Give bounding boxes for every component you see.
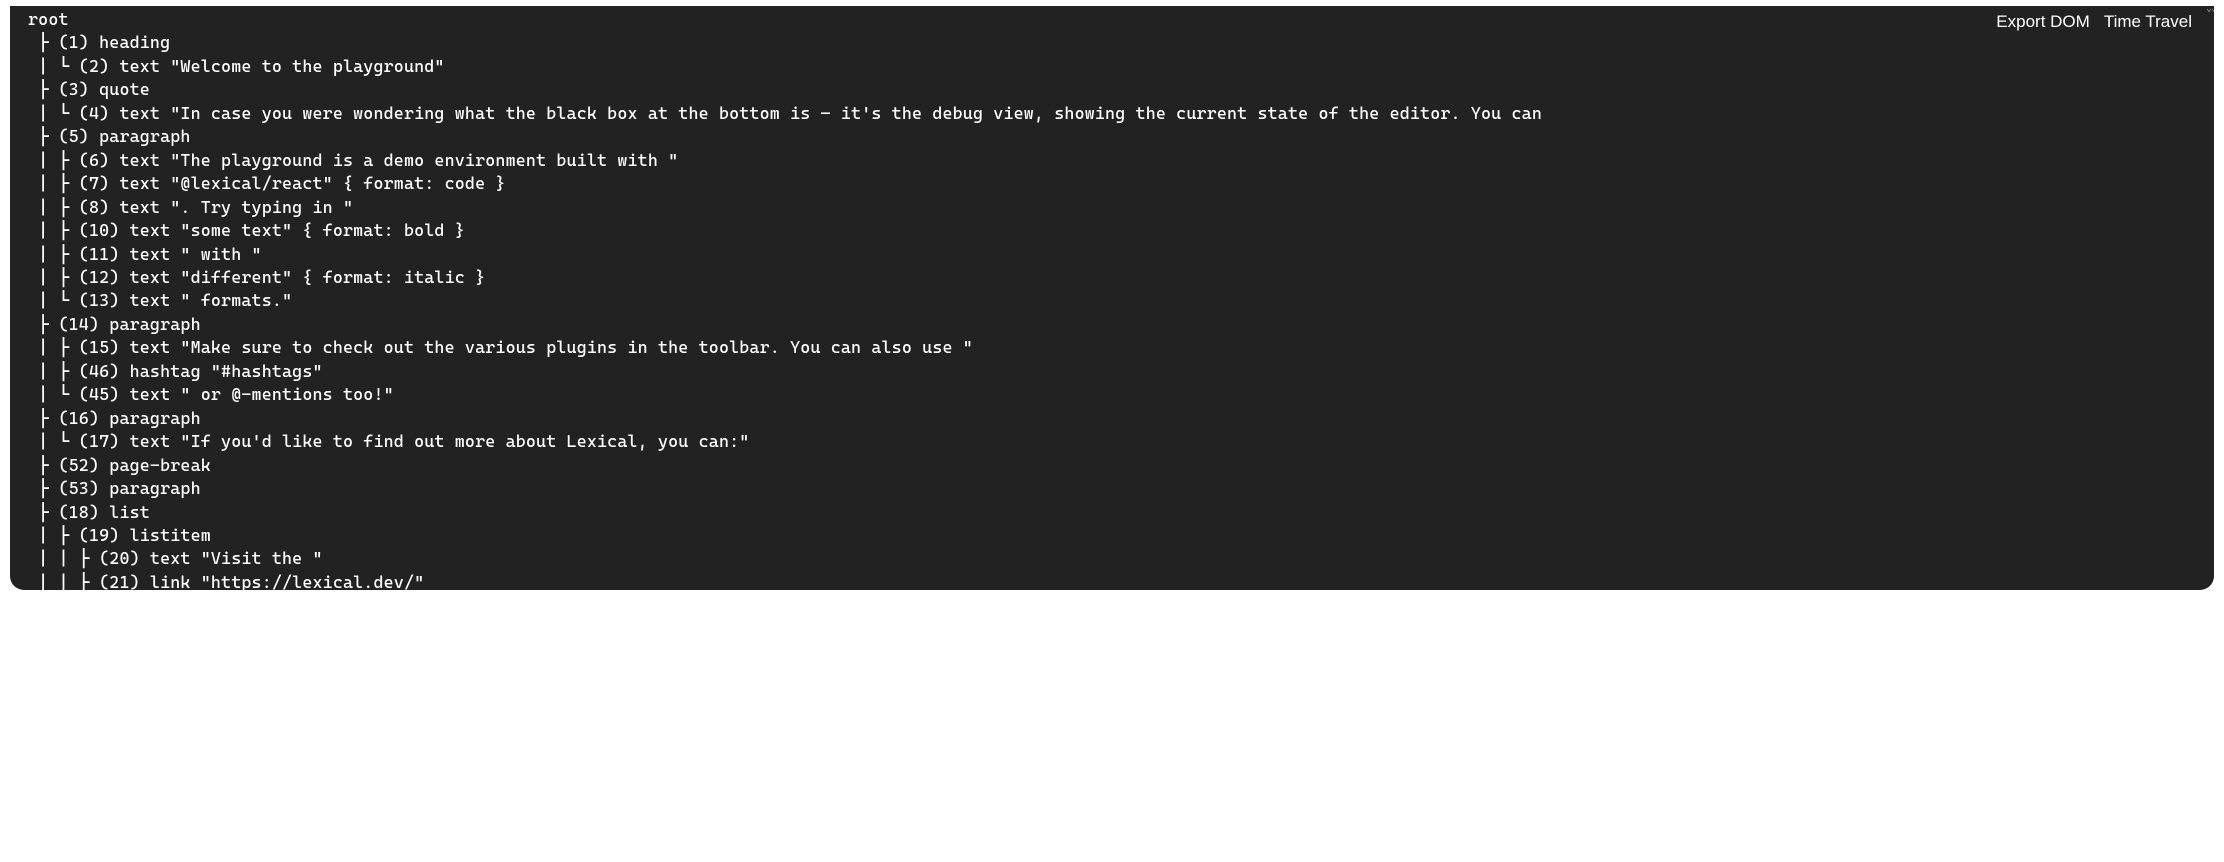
resize-handle-icon[interactable]: ⌄⌄ [2206,6,2214,16]
debug-toolbar: Export DOM Time Travel [1996,12,2192,32]
debug-tree-panel: ⌄⌄ Export DOM Time Travel root ├ (1) hea… [10,6,2214,590]
debug-tree-scroll[interactable]: root ├ (1) heading | └ (2) text "Welcome… [10,6,2214,590]
time-travel-button[interactable]: Time Travel [2104,12,2192,32]
debug-tree-output: root ├ (1) heading | └ (2) text "Welcome… [28,8,2214,590]
export-dom-button[interactable]: Export DOM [1996,12,2090,32]
